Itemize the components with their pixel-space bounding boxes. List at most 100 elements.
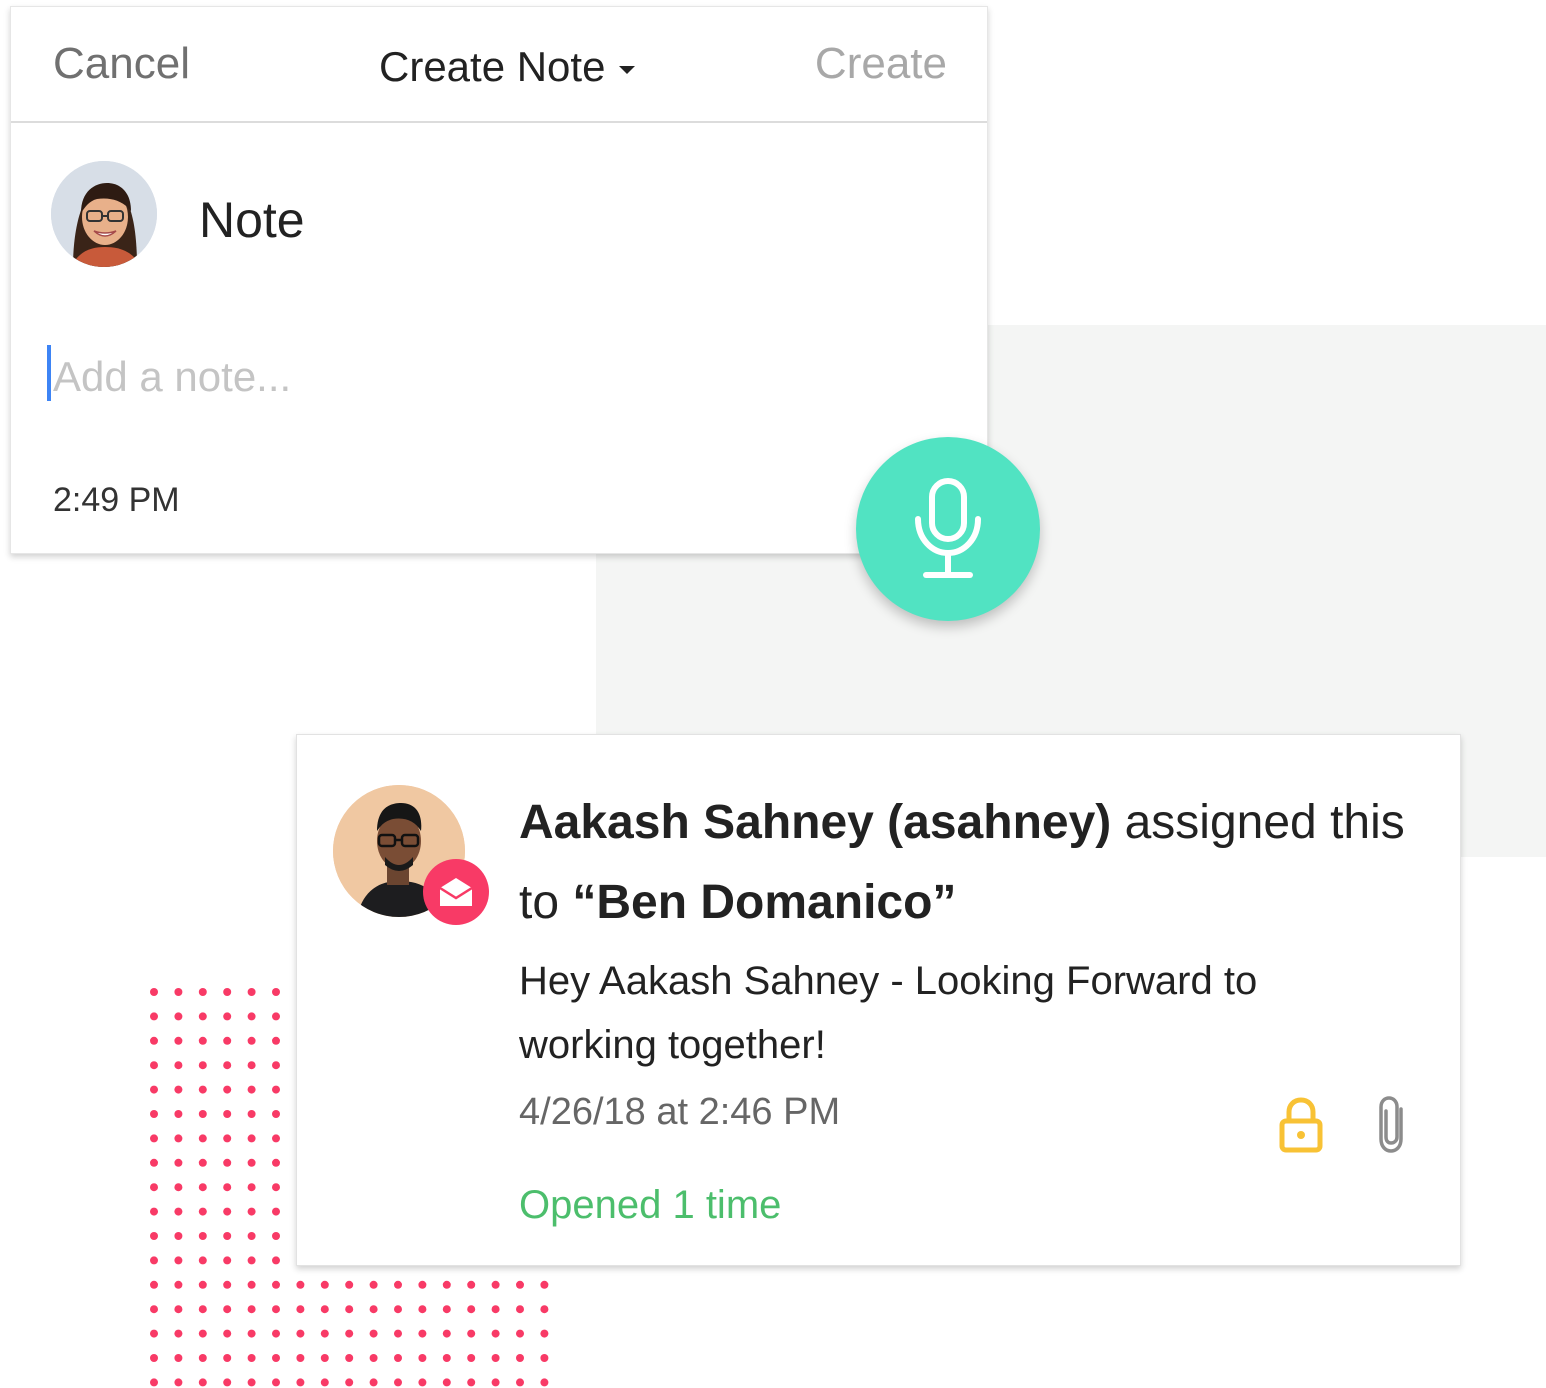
activity-card: Aakash Sahney (asahney) assigned this to… [296, 734, 1461, 1266]
decor-dot [247, 1354, 256, 1362]
to-text: to [519, 876, 573, 929]
decor-dot [272, 1329, 280, 1338]
decor-dot [223, 988, 232, 996]
decor-dot [247, 1378, 256, 1387]
decor-dot [491, 1378, 500, 1387]
decor-dot [418, 1305, 427, 1314]
decor-dot [369, 1378, 378, 1387]
decor-dot [516, 1280, 524, 1289]
decor-dot [198, 1134, 207, 1143]
decor-dot [223, 1110, 232, 1118]
decor-dot [223, 1134, 232, 1143]
lock-icon[interactable] [1279, 1097, 1323, 1153]
decor-dot [223, 1207, 232, 1216]
note-type-dropdown[interactable]: Create Note [379, 43, 636, 91]
decor-dot [198, 1207, 207, 1216]
decor-dot [150, 1085, 158, 1094]
decor-dot [467, 1378, 476, 1387]
decor-dot [247, 988, 256, 996]
text-cursor [47, 345, 51, 401]
decor-dot [150, 1134, 158, 1143]
decor-dot [418, 1280, 427, 1289]
decor-dot [223, 1158, 232, 1167]
decor-dot [198, 1183, 207, 1192]
decor-dot [467, 1329, 476, 1338]
assigner-name[interactable]: Aakash Sahney (asahney) [519, 796, 1111, 849]
decor-dot [272, 1061, 280, 1070]
create-button[interactable]: Create [815, 39, 947, 89]
decor-dot [516, 1329, 524, 1338]
decor-dot [174, 1036, 183, 1045]
decor-dot [150, 1280, 158, 1289]
decor-dot [247, 1305, 256, 1314]
decor-dot [345, 1305, 354, 1314]
decor-dot [247, 1207, 256, 1216]
decor-dot [247, 1085, 256, 1094]
decor-dot [345, 1280, 354, 1289]
activity-headline: Aakash Sahney (asahney) assigned this to… [519, 783, 1439, 943]
decor-dot [150, 1329, 158, 1338]
decor-dot [467, 1280, 476, 1289]
decor-dot [442, 1354, 451, 1362]
decor-dot [247, 1158, 256, 1167]
decor-dot [296, 1280, 305, 1289]
decor-dot [150, 1183, 158, 1192]
decor-dot [320, 1280, 329, 1289]
microphone-button[interactable] [856, 437, 1040, 621]
decor-dot [198, 1256, 207, 1265]
decor-dot [394, 1280, 402, 1289]
note-label: Note [199, 192, 305, 248]
decor-dot [394, 1329, 402, 1338]
decor-dot [150, 1378, 158, 1387]
decor-dot [272, 1378, 280, 1387]
note-input[interactable] [47, 347, 753, 407]
decor-dot [345, 1329, 354, 1338]
decor-dot [223, 1378, 232, 1387]
decor-dot [174, 1110, 183, 1118]
decor-dot [272, 1280, 280, 1289]
decor-dot [442, 1280, 451, 1289]
decor-dot [272, 1256, 280, 1265]
decor-dot [174, 1183, 183, 1192]
decor-dot [174, 1158, 183, 1167]
decor-dot [418, 1354, 427, 1362]
microphone-icon [915, 478, 981, 578]
decor-dot [223, 1012, 232, 1021]
decor-dot [247, 1256, 256, 1265]
cancel-button[interactable]: Cancel [53, 39, 190, 89]
decor-dot [272, 1183, 280, 1192]
decor-dot [369, 1354, 378, 1362]
decor-dot [272, 1305, 280, 1314]
decor-dot [247, 1061, 256, 1070]
decor-dot [150, 1061, 158, 1070]
decor-dot [272, 1012, 280, 1021]
paperclip-icon[interactable] [1373, 1095, 1413, 1155]
note-header: Cancel Create Note Create [11, 7, 987, 123]
assignee-name[interactable]: “Ben Domanico” [572, 876, 956, 929]
decor-dot [345, 1378, 354, 1387]
decor-dot [394, 1378, 402, 1387]
decor-dot [150, 988, 158, 996]
decor-dot [247, 1183, 256, 1192]
decor-dot [540, 1354, 549, 1362]
decor-dot [394, 1305, 402, 1314]
decor-dot [150, 1354, 158, 1362]
decor-dot [272, 1158, 280, 1167]
decor-dot [150, 1207, 158, 1216]
decor-dot [418, 1329, 427, 1338]
decor-dot [198, 988, 207, 996]
decor-dot [491, 1354, 500, 1362]
decor-dot [540, 1329, 549, 1338]
decor-dot [467, 1305, 476, 1314]
decor-dot [296, 1329, 305, 1338]
decor-dot [247, 1134, 256, 1143]
decor-dot [320, 1305, 329, 1314]
decor-dot [296, 1305, 305, 1314]
decor-dot [150, 1158, 158, 1167]
decor-dot [320, 1329, 329, 1338]
decor-dot [223, 1329, 232, 1338]
decor-dot [345, 1354, 354, 1362]
decor-dot [198, 1232, 207, 1240]
create-note-card: Cancel Create Note Create Note 2 [10, 6, 988, 554]
assigned-text: assigned this [1111, 796, 1405, 849]
